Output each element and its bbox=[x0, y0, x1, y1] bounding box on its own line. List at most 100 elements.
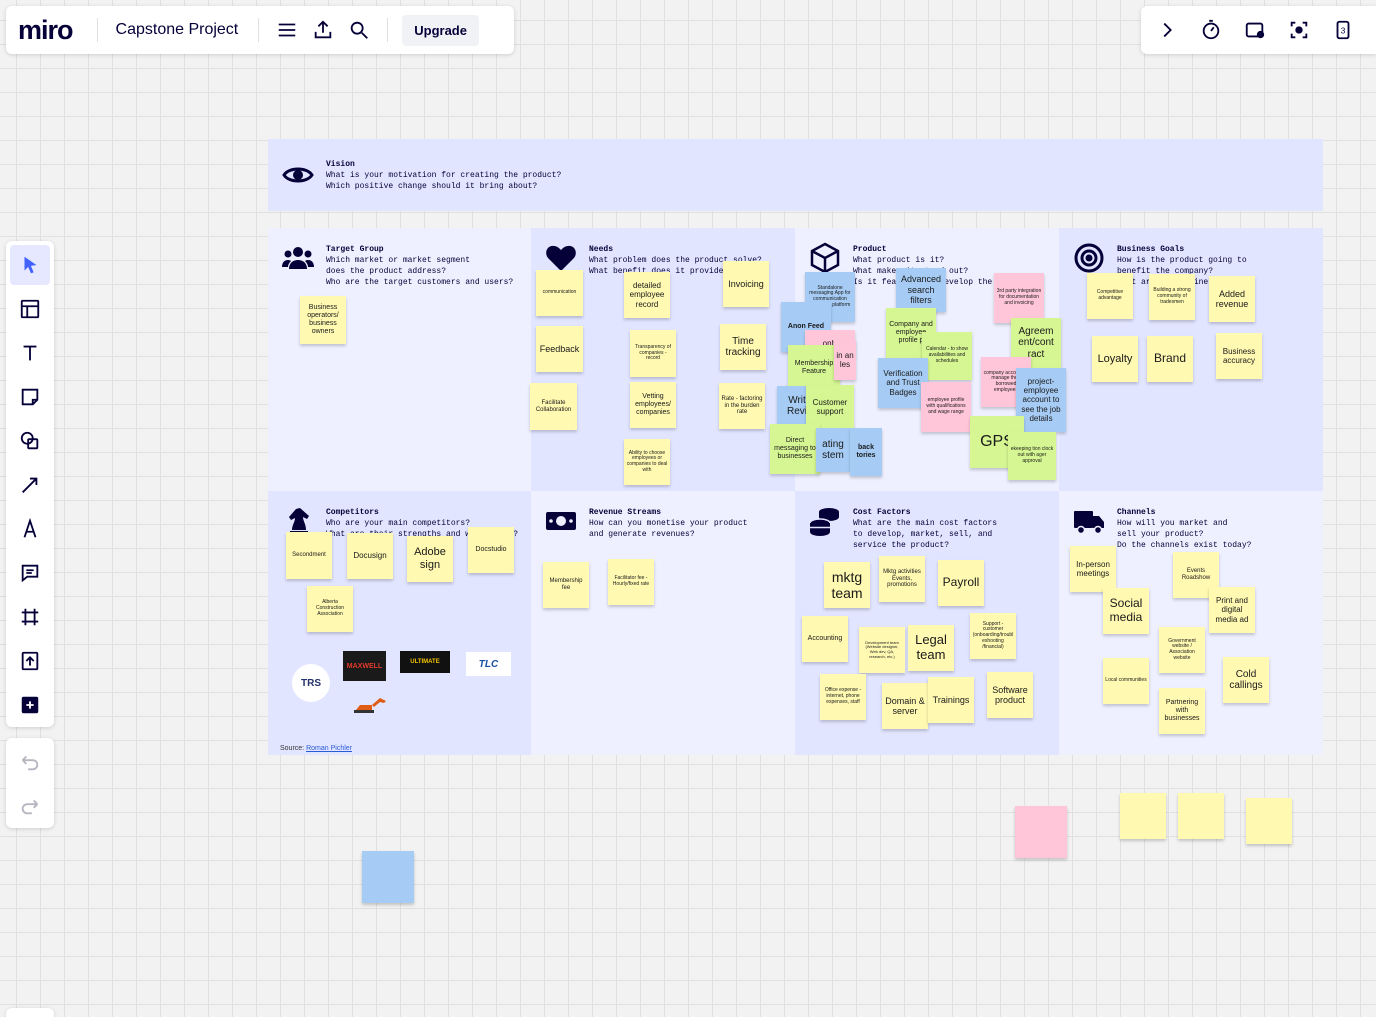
target-group-panel[interactable]: Target Group Which market or market segm… bbox=[268, 228, 531, 491]
sticky-note[interactable]: Invoicing bbox=[723, 261, 769, 307]
vision-panel[interactable]: Vision What is your motivation for creat… bbox=[268, 139, 1323, 211]
sticky-note[interactable]: ekeeping tion clock out with ager approv… bbox=[1008, 432, 1056, 480]
more-apps-icon[interactable] bbox=[10, 685, 50, 725]
chevron-right-icon[interactable] bbox=[1145, 12, 1189, 48]
sticky-note[interactable]: Advanced search filters bbox=[896, 268, 946, 312]
truck-icon bbox=[1073, 505, 1105, 537]
revenue-streams-panel[interactable]: Revenue Streams How can you monetise you… bbox=[531, 491, 795, 755]
select-icon[interactable] bbox=[10, 245, 50, 285]
menu-icon[interactable] bbox=[269, 12, 305, 48]
focus-icon[interactable] bbox=[1277, 12, 1321, 48]
upload-content-icon[interactable] bbox=[10, 641, 50, 681]
sticky-note[interactable]: Mktg activities Events, promotions bbox=[879, 556, 925, 602]
sticky-note[interactable]: Development team (Website designer, Web … bbox=[859, 627, 905, 673]
main-toolbar: miro Capstone Project Upgrade bbox=[6, 6, 514, 54]
panel-line: How will you market and bbox=[1117, 519, 1228, 528]
templates-icon[interactable] bbox=[10, 289, 50, 329]
sticky-note[interactable]: Business accuracy bbox=[1216, 333, 1262, 379]
sticky-note[interactable]: Rate - factoring in the burden rate bbox=[719, 383, 765, 429]
sticky-note[interactable]: Docstudio bbox=[468, 527, 514, 573]
sticky-note[interactable]: Transparency of companies - record bbox=[630, 330, 676, 377]
svg-text:3: 3 bbox=[1341, 27, 1346, 36]
sticky-note[interactable]: Vetting employees/ companies bbox=[630, 382, 676, 428]
timer-icon[interactable] bbox=[1189, 12, 1233, 48]
sticky-note[interactable]: Feedback bbox=[536, 326, 583, 372]
sticky-note[interactable]: In-person meetings bbox=[1070, 546, 1116, 592]
money-icon bbox=[545, 505, 577, 537]
sticky-note[interactable]: Legal team bbox=[908, 625, 954, 671]
sticky-note[interactable]: Membership fee bbox=[543, 562, 589, 608]
sticky-note[interactable]: mktg team bbox=[824, 562, 870, 608]
sticky-note[interactable]: Cold callings bbox=[1223, 657, 1269, 703]
sticky-note[interactable]: Brand bbox=[1147, 336, 1193, 382]
sticky-note[interactable]: Loyalty bbox=[1092, 336, 1138, 382]
sticky-note[interactable]: Docusign bbox=[347, 533, 393, 579]
sticky-note[interactable]: employee profile with qualifications and… bbox=[921, 382, 971, 432]
logo-label: ULTIMATE bbox=[410, 659, 440, 665]
line-icon[interactable] bbox=[10, 465, 50, 505]
sticky-note[interactable]: Direct messaging to businesses bbox=[770, 424, 820, 474]
sticky-note[interactable]: Facilitator fee - Hourly/fixed rate bbox=[608, 559, 654, 605]
empty-sticky-note[interactable] bbox=[1178, 793, 1224, 839]
minimap-toggle[interactable] bbox=[6, 1008, 54, 1017]
sticky-note[interactable]: Competitive advantage bbox=[1087, 273, 1133, 319]
empty-sticky-note[interactable] bbox=[1120, 793, 1166, 839]
panel-line: and generate revenues? bbox=[589, 530, 695, 539]
frame-icon[interactable] bbox=[10, 597, 50, 637]
panel-line: Do the channels exist today? bbox=[1117, 541, 1252, 550]
miro-logo[interactable]: miro bbox=[18, 15, 74, 46]
sticky-note[interactable]: detailed employee record bbox=[624, 272, 670, 318]
sticky-note[interactable]: Secondment bbox=[286, 532, 332, 579]
upload-icon[interactable] bbox=[305, 12, 341, 48]
upgrade-button[interactable]: Upgrade bbox=[402, 14, 479, 46]
sticky-note[interactable]: Local communities bbox=[1103, 658, 1149, 704]
sticky-note[interactable]: Print and digital media ad bbox=[1209, 587, 1255, 633]
panel-line: to develop, market, sell, and bbox=[853, 530, 993, 539]
shapes-icon[interactable] bbox=[10, 421, 50, 461]
undo-icon[interactable] bbox=[10, 742, 50, 782]
empty-sticky-note[interactable] bbox=[362, 851, 414, 903]
sticky-note[interactable]: Business operators/ business owners bbox=[300, 296, 346, 344]
sticky-note[interactable]: Ability to choose employees or companies… bbox=[624, 439, 670, 485]
sticky-note[interactable]: Calendar - to show availabilities and sc… bbox=[922, 332, 972, 380]
sticky-note[interactable]: in an les bbox=[834, 340, 856, 380]
vision-text: Vision What is your motivation for creat… bbox=[326, 159, 1313, 192]
cube-icon bbox=[809, 242, 841, 274]
comment-icon[interactable] bbox=[10, 553, 50, 593]
board-title[interactable]: Capstone Project bbox=[116, 21, 239, 39]
sticky-note[interactable]: Facilitate Collaboration bbox=[530, 383, 577, 430]
sticky-note[interactable]: 3rd party integration for documentation … bbox=[994, 273, 1044, 323]
sticky-note[interactable]: Support - customer (onboarding/troublesh… bbox=[970, 613, 1016, 659]
sticky-note[interactable]: Added revenue bbox=[1209, 276, 1255, 322]
sticky-note[interactable]: ating stem bbox=[816, 428, 850, 472]
sticky-note[interactable]: Social media bbox=[1103, 588, 1149, 634]
users-icon bbox=[282, 242, 314, 274]
pen-icon[interactable] bbox=[10, 509, 50, 549]
sticky-note[interactable]: Partnering with businesses bbox=[1159, 688, 1205, 734]
text-icon[interactable] bbox=[10, 333, 50, 373]
sticky-note[interactable]: Customer support bbox=[806, 385, 854, 429]
source-link[interactable]: Roman Pichler bbox=[306, 745, 352, 752]
sticky-note[interactable]: Adobe sign bbox=[407, 536, 453, 582]
sticky-note[interactable]: Payroll bbox=[938, 560, 984, 606]
sticky-note[interactable]: Building a strong community of tradesmen bbox=[1149, 274, 1195, 320]
sticky-note[interactable]: back tories bbox=[850, 428, 882, 476]
redo-icon[interactable] bbox=[10, 786, 50, 826]
present-icon[interactable] bbox=[1233, 12, 1277, 48]
sticky-note[interactable]: Trainings bbox=[928, 677, 974, 723]
panel-title: Target Group bbox=[326, 245, 384, 254]
search-icon[interactable] bbox=[341, 12, 377, 48]
empty-sticky-note[interactable] bbox=[1015, 806, 1067, 858]
empty-sticky-note[interactable] bbox=[1246, 798, 1292, 844]
panel-title: Channels bbox=[1117, 508, 1156, 517]
sticky-note[interactable]: Domain & server bbox=[882, 683, 928, 729]
sticky-note-icon[interactable] bbox=[10, 377, 50, 417]
sticky-note[interactable]: Government website / Association website bbox=[1159, 627, 1205, 673]
sticky-note[interactable]: Software product bbox=[987, 672, 1033, 718]
sticky-note[interactable]: communication bbox=[536, 270, 583, 316]
sticky-note[interactable]: Office expense -internet, phone expenses… bbox=[820, 674, 866, 720]
pages-icon[interactable]: 3 bbox=[1321, 12, 1365, 48]
sticky-note[interactable]: Alberta Construction Association bbox=[307, 586, 353, 632]
sticky-note[interactable]: Time tracking bbox=[720, 324, 766, 370]
sticky-note[interactable]: Accounting bbox=[802, 616, 848, 662]
